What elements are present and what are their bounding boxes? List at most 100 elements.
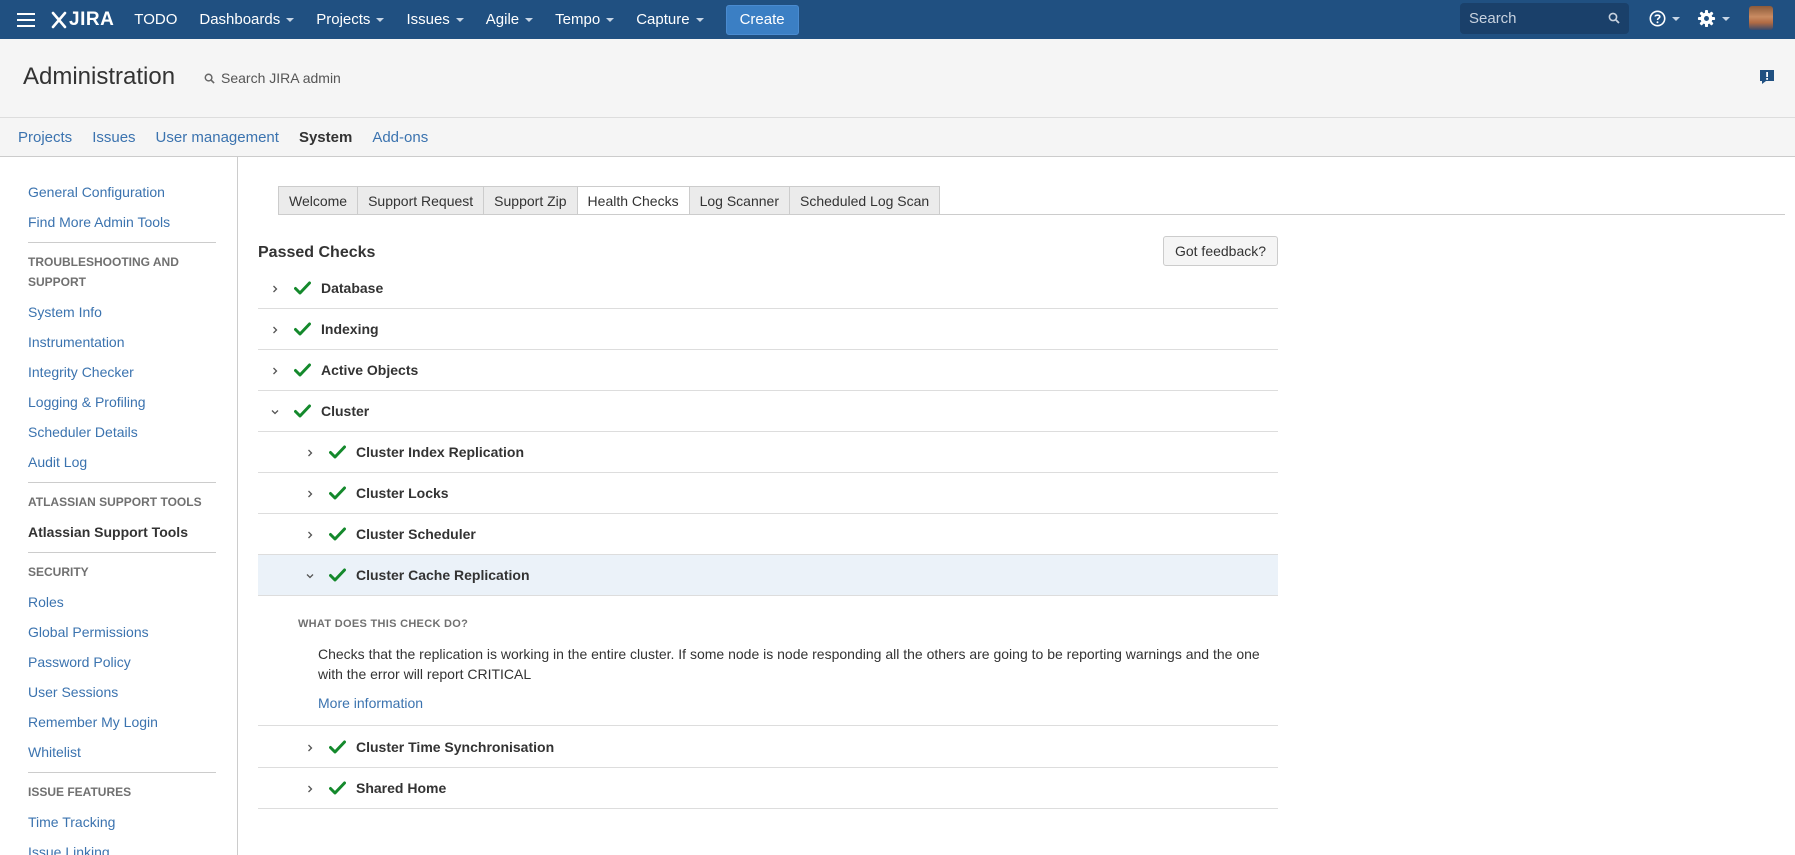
- admin-tab-add-ons[interactable]: Add-ons: [372, 129, 428, 146]
- nav-capture[interactable]: Capture: [636, 11, 704, 28]
- admin-search-input[interactable]: Search JIRA admin: [204, 70, 341, 86]
- chevron-right-icon[interactable]: [270, 366, 280, 376]
- health-check-row-shared-home[interactable]: Shared Home: [258, 768, 1278, 809]
- tab-health-checks[interactable]: Health Checks: [577, 186, 690, 215]
- sidebar-link-integrity-checker[interactable]: Integrity Checker: [28, 364, 134, 380]
- chevron-right-icon[interactable]: [305, 489, 315, 499]
- health-check-row-indexing[interactable]: Indexing: [258, 309, 1278, 350]
- admin-search-placeholder: Search JIRA admin: [221, 70, 341, 86]
- admin-tab-projects[interactable]: Projects: [18, 129, 72, 146]
- chevron-right-icon[interactable]: [305, 743, 315, 753]
- got-feedback-button[interactable]: Got feedback?: [1163, 236, 1278, 266]
- chevron-down-icon: [606, 17, 615, 22]
- search-icon: [204, 73, 215, 84]
- check-mark-icon: [294, 363, 311, 377]
- nav-projects[interactable]: Projects: [316, 11, 385, 28]
- chevron-right-icon[interactable]: [270, 325, 280, 335]
- sidebar-section-troubleshooting: TROUBLESHOOTING AND SUPPORT: [28, 255, 179, 289]
- question-mark-icon: [1649, 10, 1666, 27]
- health-check-row-cluster-index-replication[interactable]: Cluster Index Replication: [258, 432, 1278, 473]
- chevron-down-icon[interactable]: [270, 407, 280, 417]
- chevron-down-icon[interactable]: [305, 571, 315, 581]
- sidebar-link-instrumentation[interactable]: Instrumentation: [28, 334, 125, 350]
- tab-support-request[interactable]: Support Request: [358, 186, 485, 215]
- chevron-down-icon: [1672, 16, 1680, 21]
- sidebar-link-general-configuration[interactable]: General Configuration: [28, 184, 165, 200]
- sidebar-link-time-tracking[interactable]: Time Tracking: [28, 814, 115, 830]
- sidebar-link-user-sessions[interactable]: User Sessions: [28, 684, 118, 700]
- support-tools-tabs: Welcome Support Request Support Zip Heal…: [278, 186, 941, 215]
- chevron-right-icon[interactable]: [305, 530, 315, 540]
- sidebar-link-logging-profiling[interactable]: Logging & Profiling: [28, 394, 146, 410]
- help-icon[interactable]: [1649, 10, 1680, 27]
- admin-tab-issues[interactable]: Issues: [92, 129, 135, 146]
- admin-header: Administration Search JIRA admin: [0, 39, 1795, 117]
- check-mark-icon: [294, 281, 311, 295]
- chevron-down-icon: [695, 17, 704, 22]
- sidebar-link-issue-linking[interactable]: Issue Linking: [28, 844, 110, 855]
- health-check-row-cluster-cache-replication[interactable]: Cluster Cache Replication: [258, 555, 1278, 596]
- gear-icon[interactable]: [1697, 9, 1730, 28]
- chevron-down-icon: [525, 17, 534, 22]
- sidebar-link-remember-my-login[interactable]: Remember My Login: [28, 714, 158, 730]
- sidebar-link-roles[interactable]: Roles: [28, 594, 64, 610]
- check-mark-icon: [329, 781, 346, 795]
- chevron-right-icon[interactable]: [270, 284, 280, 294]
- tab-support-zip[interactable]: Support Zip: [484, 186, 578, 215]
- nav-issues[interactable]: Issues: [406, 11, 464, 28]
- health-check-row-cluster-scheduler[interactable]: Cluster Scheduler: [258, 514, 1278, 555]
- sidebar-link-audit-log[interactable]: Audit Log: [28, 454, 87, 470]
- sidebar-link-password-policy[interactable]: Password Policy: [28, 654, 131, 670]
- menu-icon[interactable]: [17, 12, 35, 27]
- sidebar-section-security: SECURITY: [28, 565, 89, 579]
- admin-tab-user-management[interactable]: User management: [156, 129, 279, 146]
- user-avatar[interactable]: [1749, 6, 1773, 30]
- sidebar-link-find-more-admin-tools[interactable]: Find More Admin Tools: [28, 214, 170, 230]
- chevron-down-icon: [1722, 16, 1730, 21]
- sidebar-divider: [28, 242, 216, 243]
- admin-sidebar: General Configuration Find More Admin To…: [0, 157, 238, 855]
- admin-tab-system[interactable]: System: [299, 129, 352, 146]
- main-content: Welcome Support Request Support Zip Heal…: [258, 157, 1795, 855]
- chevron-down-icon: [455, 17, 464, 22]
- more-information-link[interactable]: More information: [318, 695, 423, 711]
- health-check-row-cluster-time-synchronisation[interactable]: Cluster Time Synchronisation: [258, 727, 1278, 768]
- chevron-down-icon: [286, 17, 295, 22]
- nav-dashboards-label: Dashboards: [199, 11, 281, 28]
- sidebar-divider: [28, 552, 216, 553]
- create-button[interactable]: Create: [725, 4, 799, 35]
- sidebar-link-whitelist[interactable]: Whitelist: [28, 744, 81, 760]
- nav-agile[interactable]: Agile: [486, 11, 534, 28]
- health-check-row-cluster[interactable]: Cluster: [258, 391, 1278, 432]
- sidebar-link-global-permissions[interactable]: Global Permissions: [28, 624, 149, 640]
- jira-logo[interactable]: JIRA: [49, 9, 114, 31]
- check-description-text: Checks that the replication is working i…: [318, 646, 1260, 682]
- nav-capture-label: Capture: [636, 11, 690, 28]
- sidebar-item-atlassian-support-tools[interactable]: Atlassian Support Tools: [28, 524, 188, 540]
- tab-welcome[interactable]: Welcome: [278, 186, 359, 215]
- health-check-label: Cluster Index Replication: [356, 444, 525, 460]
- feedback-icon[interactable]: [1759, 69, 1775, 85]
- chevron-down-icon: [376, 17, 385, 22]
- chevron-right-icon[interactable]: [305, 784, 315, 794]
- search-input[interactable]: Search: [1460, 3, 1629, 34]
- tabs-divider: [278, 214, 1785, 215]
- health-check-label: Cluster Cache Replication: [356, 567, 530, 583]
- passed-checks-heading: Passed Checks: [258, 244, 376, 261]
- nav-todo-label: TODO: [134, 11, 178, 28]
- nav-tempo[interactable]: Tempo: [555, 11, 615, 28]
- check-description-heading: WHAT DOES THIS CHECK DO?: [298, 618, 469, 630]
- health-check-row-cluster-locks[interactable]: Cluster Locks: [258, 473, 1278, 514]
- check-mark-icon: [329, 740, 346, 754]
- chevron-right-icon[interactable]: [305, 448, 315, 458]
- tab-log-scanner[interactable]: Log Scanner: [689, 186, 790, 215]
- sidebar-link-scheduler-details[interactable]: Scheduler Details: [28, 424, 138, 440]
- health-check-label: Cluster Time Synchronisation: [356, 739, 555, 755]
- tab-scheduled-log-scan[interactable]: Scheduled Log Scan: [790, 186, 941, 215]
- sidebar-link-system-info[interactable]: System Info: [28, 304, 102, 320]
- health-check-row-database[interactable]: Database: [258, 268, 1278, 309]
- health-check-label: Cluster: [321, 403, 370, 419]
- health-check-row-active-objects[interactable]: Active Objects: [258, 350, 1278, 391]
- nav-dashboards[interactable]: Dashboards: [199, 11, 295, 28]
- nav-todo[interactable]: TODO: [134, 11, 177, 28]
